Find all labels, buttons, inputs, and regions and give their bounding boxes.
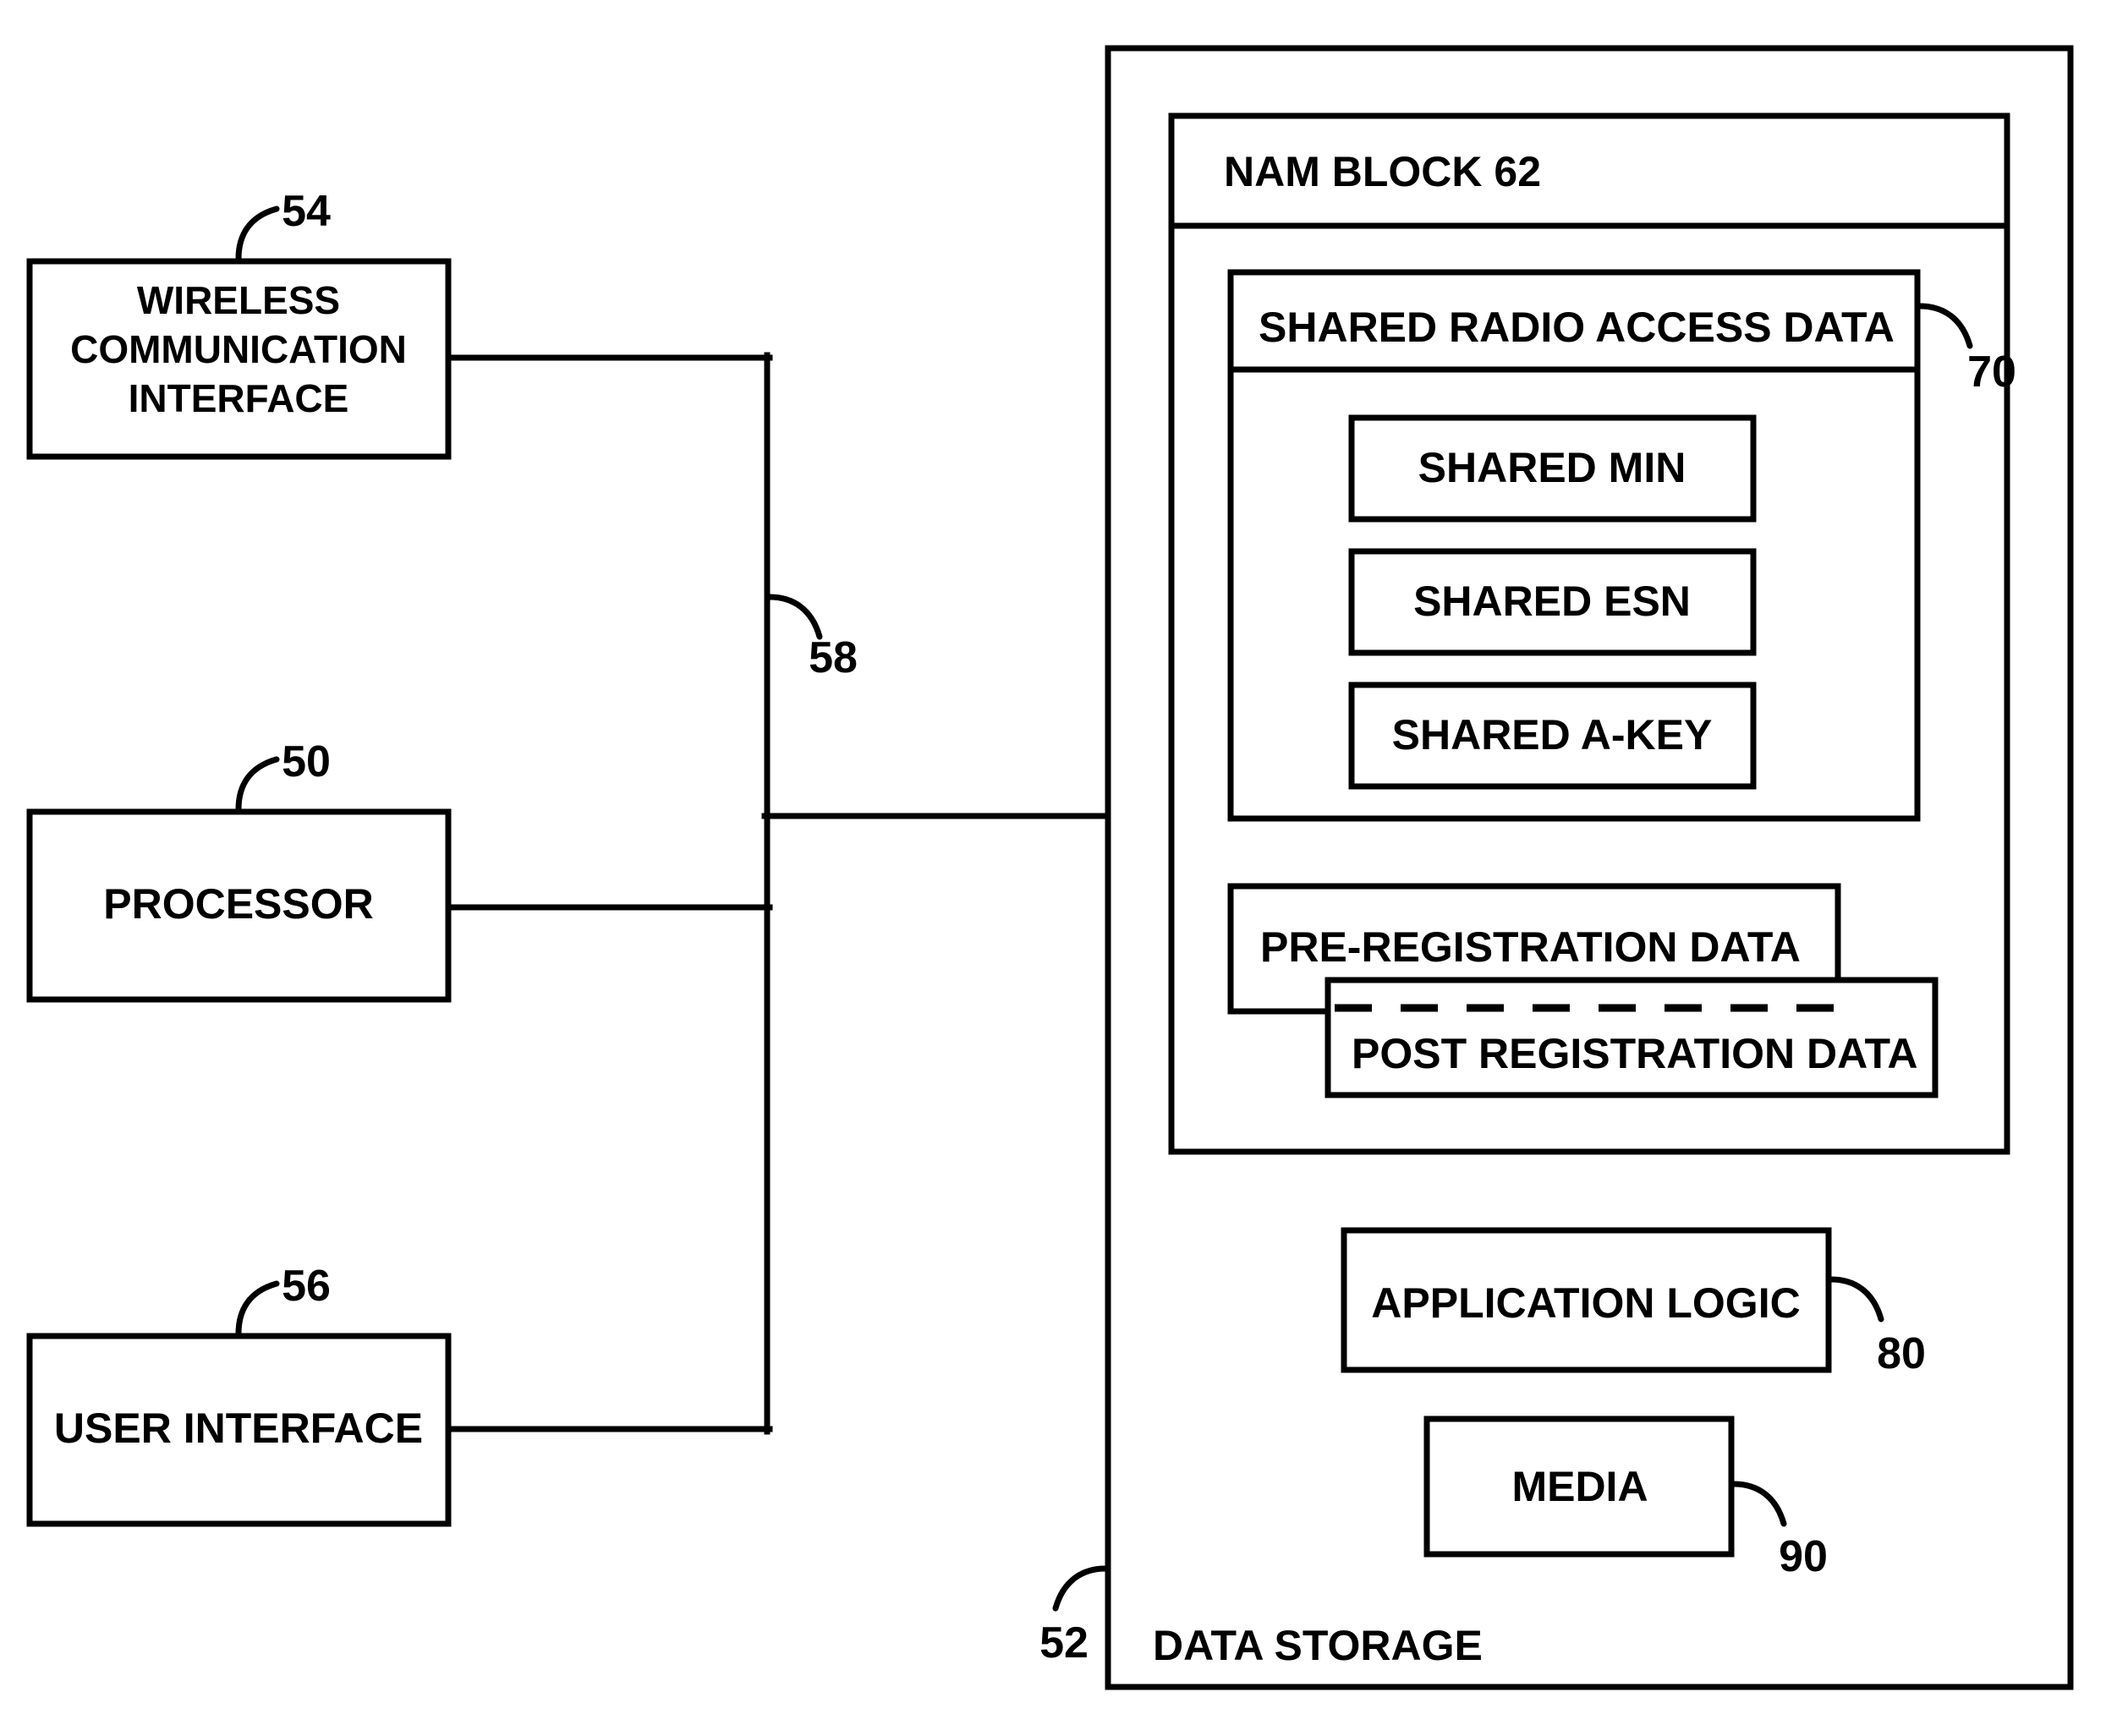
system-bus: 58	[445, 352, 1111, 1435]
wireless-label-line-2: COMMUNICATION	[70, 327, 407, 371]
reference-numeral-54: 54	[282, 187, 331, 236]
reference-numeral-58: 58	[809, 633, 858, 682]
shared-radio-access-data-header-label: SHARED RADIO ACCESS DATA	[1259, 304, 1895, 351]
pre-registration-data-label: PRE-REGISTRATION DATA	[1260, 923, 1801, 971]
wireless-label-line-1: WIRELESS	[137, 278, 340, 322]
shared-esn-label: SHARED ESN	[1413, 578, 1691, 625]
block-post-registration-data: POST REGISTRATION DATA	[1324, 977, 1939, 1098]
reference-numeral-56: 56	[282, 1262, 331, 1311]
nam-block-header-label: NAM BLOCK 62	[1224, 148, 1541, 195]
block-shared-esn: SHARED ESN	[1348, 548, 1757, 656]
reference-numeral-50: 50	[282, 737, 331, 786]
shared-min-label: SHARED MIN	[1418, 444, 1686, 491]
reference-numeral-70: 70	[1967, 348, 2016, 397]
block-shared-min: SHARED MIN	[1348, 414, 1757, 523]
processor-label: PROCESSOR	[103, 880, 374, 928]
application-logic-label: APPLICATION LOGIC	[1371, 1279, 1800, 1327]
block-shared-a-key: SHARED A-KEY	[1348, 682, 1757, 790]
user-interface-label: USER INTERFACE	[54, 1405, 423, 1452]
block-user-interface: USER INTERFACE 56	[26, 1262, 452, 1527]
shared-a-key-label: SHARED A-KEY	[1392, 711, 1713, 758]
block-shared-radio-access-data: SHARED RADIO ACCESS DATA 70 SHARED MIN S…	[1227, 269, 2016, 822]
post-registration-data-label: POST REGISTRATION DATA	[1352, 1030, 1917, 1077]
reference-numeral-90: 90	[1779, 1532, 1828, 1581]
wireless-label-line-3: INTERFACE	[129, 376, 349, 420]
media-label: MEDIA	[1511, 1463, 1648, 1510]
block-wireless-communication-interface: WIRELESS COMMUNICATION INTERFACE 54	[26, 187, 452, 460]
block-processor: PROCESSOR 50	[26, 737, 452, 1003]
data-storage-label: DATA STORAGE	[1153, 1622, 1483, 1669]
patent-figure: WIRELESS COMMUNICATION INTERFACE 54 PROC…	[0, 0, 2117, 1736]
block-nam-block: NAM BLOCK 62 SHARED RADIO ACCESS DATA 70…	[1168, 112, 2016, 1155]
reference-numeral-52: 52	[1039, 1618, 1089, 1668]
reference-numeral-80: 80	[1877, 1329, 1926, 1378]
